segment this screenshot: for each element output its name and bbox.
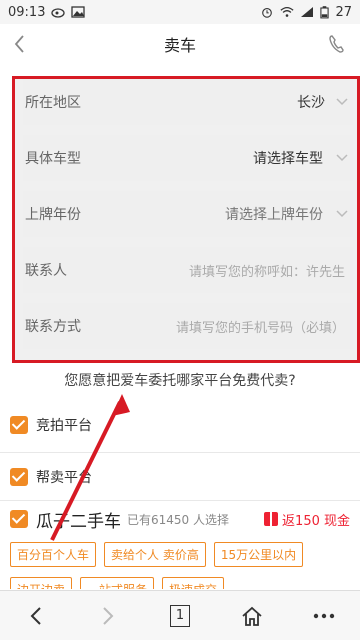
wifi-icon xyxy=(280,6,295,17)
region-value: 长沙 xyxy=(297,95,325,111)
home-icon xyxy=(242,606,262,626)
feature-tag: 一站式服务 xyxy=(80,577,155,589)
contact-phone-row[interactable]: 联系方式 请填写您的手机号码（必填） xyxy=(23,303,353,349)
feature-tag: 边开边卖 xyxy=(10,577,73,589)
divider xyxy=(0,452,360,453)
contact-name-label: 联系人 xyxy=(25,263,67,279)
nav-forward-button[interactable] xyxy=(88,596,128,636)
region-row[interactable]: 所在地区 长沙 xyxy=(23,79,353,125)
feature-tags-row2: 边开边卖 一站式服务 极速成交 xyxy=(10,577,350,589)
year-row[interactable]: 上牌年份 请选择上牌年份 xyxy=(23,191,353,237)
cashback-badge: 返150 现金 xyxy=(264,510,350,529)
battery-icon xyxy=(320,5,330,18)
weibo-icon xyxy=(51,8,66,18)
checkbox-checked-icon[interactable] xyxy=(10,510,28,528)
feature-tag: 百分百个人车 xyxy=(10,542,97,567)
guazi-users: 已有61450 人选择 xyxy=(127,512,229,527)
option-label: 帮卖平台 xyxy=(36,470,92,486)
contact-phone-label: 联系方式 xyxy=(25,319,81,335)
guazi-option[interactable]: 瓜子二手车 已有61450 人选择 返150 现金 xyxy=(0,506,360,532)
model-value: 请选择车型 xyxy=(253,151,323,167)
contact-name-row[interactable]: 联系人 请填写您的称呼如：许先生 xyxy=(23,247,353,293)
option-auction[interactable]: 竞拍平台 xyxy=(0,410,360,440)
region-label: 所在地区 xyxy=(25,95,81,111)
chevron-down-icon xyxy=(336,210,348,218)
tab-count: 1 xyxy=(170,604,190,627)
model-label: 具体车型 xyxy=(25,151,81,167)
year-value: 请选择上牌年份 xyxy=(225,207,323,223)
chevron-down-icon xyxy=(336,98,348,106)
feature-tag: 15万公里以内 xyxy=(213,542,304,567)
chevron-left-icon xyxy=(30,606,41,625)
battery-level: 27 xyxy=(335,4,352,20)
sell-car-form: 所在地区 长沙 具体车型 请选择车型 上牌年份 请选择上牌年份 联系人 请填写您… xyxy=(12,76,360,363)
home-button[interactable] xyxy=(232,596,272,636)
feature-tag: 卖给个人 卖价高 xyxy=(104,542,206,567)
more-button[interactable] xyxy=(304,596,344,636)
browser-bottom-nav: 1 xyxy=(0,590,360,640)
feature-tags: 百分百个人车 卖给个人 卖价高 15万公里以内 xyxy=(10,542,350,567)
feature-tag: 极速成交 xyxy=(162,577,225,589)
gift-icon xyxy=(264,512,279,526)
year-label: 上牌年份 xyxy=(25,207,81,223)
nav-back-button[interactable] xyxy=(16,596,56,636)
alarm-icon xyxy=(262,8,273,18)
model-row[interactable]: 具体车型 请选择车型 xyxy=(23,135,353,181)
divider xyxy=(0,500,360,501)
contact-name-input[interactable]: 请填写您的称呼如：许先生 xyxy=(189,261,345,280)
page-header: 卖车 xyxy=(0,24,360,64)
platform-question: 您愿意把爱车委托哪家平台免费代卖? xyxy=(64,373,296,389)
checkbox-checked-icon[interactable] xyxy=(10,468,28,486)
more-dots-icon xyxy=(313,613,335,618)
option-consign[interactable]: 帮卖平台 xyxy=(0,462,360,492)
back-icon[interactable] xyxy=(10,30,30,58)
chevron-down-icon xyxy=(336,154,348,162)
checkbox-checked-icon[interactable] xyxy=(10,416,28,434)
status-time: 09:13 xyxy=(8,4,46,20)
status-bar: 09:13 27 xyxy=(0,0,360,24)
cashback-text: 返150 现金 xyxy=(282,513,350,529)
guazi-name: 瓜子二手车 xyxy=(36,511,121,532)
gallery-icon xyxy=(71,6,86,18)
chevron-right-icon xyxy=(103,606,114,625)
page-title: 卖车 xyxy=(163,36,196,55)
option-label: 竞拍平台 xyxy=(36,418,92,434)
contact-phone-input[interactable]: 请填写您的手机号码（必填） xyxy=(176,317,345,336)
phone-icon[interactable] xyxy=(326,30,348,58)
signal-icon xyxy=(301,7,314,17)
tabs-button[interactable]: 1 xyxy=(160,596,200,636)
